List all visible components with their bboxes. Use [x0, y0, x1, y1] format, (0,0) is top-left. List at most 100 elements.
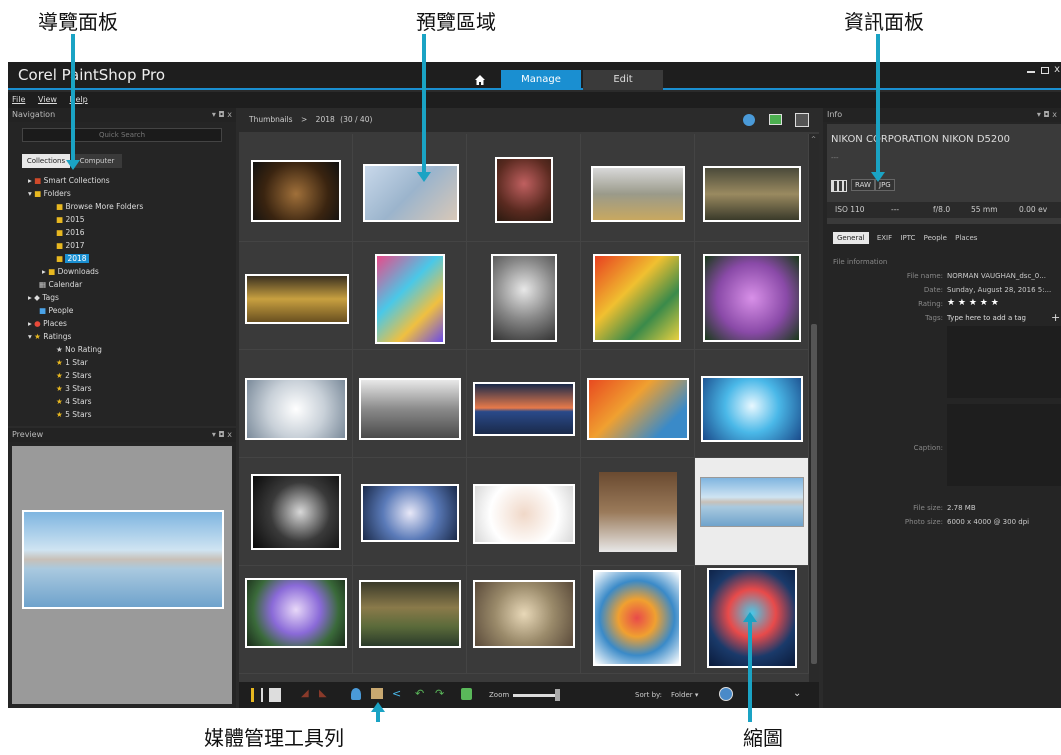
- redo-icon[interactable]: ↷: [435, 687, 444, 700]
- thumbnail-cell[interactable]: [239, 134, 353, 242]
- zoom-slider-handle[interactable]: [555, 689, 560, 701]
- tree-places[interactable]: ▸ ● Places: [28, 319, 67, 328]
- thumbnail-image[interactable]: [377, 256, 443, 342]
- thumbnail-cell[interactable]: [467, 350, 581, 458]
- zoom-slider[interactable]: [513, 694, 559, 697]
- quick-search-input[interactable]: Quick Search: [22, 128, 222, 142]
- tree-tags[interactable]: ▸ ◆ Tags: [28, 293, 59, 302]
- thumbnail-cell[interactable]: [467, 134, 581, 242]
- thumbnail-image[interactable]: [475, 486, 573, 542]
- thumbnail-image[interactable]: [253, 476, 339, 548]
- grid-view-icon[interactable]: [795, 113, 809, 127]
- thumbnail-image[interactable]: [247, 276, 347, 322]
- thumbnail-cell[interactable]: [695, 242, 809, 350]
- tab-places[interactable]: Places: [955, 234, 977, 242]
- thumbnail-image[interactable]: [253, 162, 339, 220]
- thumbnail-cell[interactable]: [581, 242, 695, 350]
- settings-icon[interactable]: [461, 688, 472, 700]
- thumbnail-image[interactable]: [703, 378, 801, 440]
- tree-folders[interactable]: ▾ ■ Folders: [28, 189, 71, 198]
- thumbnail-image[interactable]: [247, 580, 345, 646]
- tree-folder-2018[interactable]: ■ 2018: [56, 254, 89, 263]
- scroll-up-icon[interactable]: ^: [811, 136, 816, 143]
- tree-folder-2017[interactable]: ■ 2017: [56, 241, 85, 250]
- thumbnail-image[interactable]: [247, 380, 345, 438]
- thumbnail-image[interactable]: [365, 166, 457, 220]
- tab-people[interactable]: People: [924, 234, 947, 242]
- rating-stars[interactable]: ★ ★ ★ ★ ★: [947, 298, 999, 308]
- tree-folder-2016[interactable]: ■ 2016: [56, 228, 85, 237]
- thumbnail-cell[interactable]: [581, 566, 695, 674]
- thumbnail-cell[interactable]: [239, 242, 353, 350]
- thumbnail-cell[interactable]: [695, 134, 809, 242]
- rotate-left-icon[interactable]: ◢: [301, 688, 309, 699]
- thumbnail-cell[interactable]: [239, 566, 353, 674]
- image-view-icon[interactable]: [769, 114, 782, 125]
- thumbnail-image[interactable]: [493, 256, 555, 340]
- thumbnail-cell[interactable]: [353, 134, 467, 242]
- undo-icon[interactable]: ↶: [415, 687, 424, 700]
- minimize-icon[interactable]: [1027, 71, 1035, 73]
- thumbnail-cell[interactable]: [581, 350, 695, 458]
- add-tag-button[interactable]: +: [1051, 311, 1060, 324]
- panel-controls[interactable]: ▾ ◘ x: [212, 428, 232, 442]
- details-view-icon[interactable]: [269, 688, 281, 702]
- scrollbar-thumb[interactable]: [811, 324, 817, 664]
- tree-smart-collections[interactable]: ▸ ■ Smart Collections: [28, 176, 110, 185]
- tab-manage[interactable]: Manage: [501, 70, 581, 90]
- thumbnail-image[interactable]: [595, 256, 679, 340]
- panel-controls[interactable]: ▾ ◘ x: [1037, 108, 1057, 122]
- thumbnail-cell[interactable]: [353, 566, 467, 674]
- maximize-icon[interactable]: [1041, 67, 1049, 74]
- thumbnail-cell[interactable]: [581, 134, 695, 242]
- tree-1-star[interactable]: ★ 1 Star: [56, 358, 88, 367]
- tree-5-stars[interactable]: ★ 5 Stars: [56, 410, 92, 419]
- breadcrumb-root[interactable]: Thumbnails: [249, 115, 293, 124]
- thumbnail-image[interactable]: [593, 168, 683, 220]
- list-view-icon[interactable]: [251, 688, 263, 702]
- thumbnail-image[interactable]: [701, 478, 803, 526]
- thumbnail-image[interactable]: [589, 380, 687, 438]
- close-icon[interactable]: x: [1054, 64, 1060, 75]
- tags-input[interactable]: Type here to add a tag: [947, 314, 1026, 322]
- thumbnail-cell[interactable]: [239, 350, 353, 458]
- home-icon[interactable]: [474, 71, 486, 85]
- menu-view[interactable]: View: [38, 92, 57, 108]
- tab-edit[interactable]: Edit: [583, 70, 663, 90]
- thumbnail-image[interactable]: [705, 168, 799, 220]
- caption-box[interactable]: [947, 404, 1061, 486]
- thumbnail-cell[interactable]: [467, 566, 581, 674]
- thumbnail-cell[interactable]: [467, 458, 581, 566]
- thumbnail-image[interactable]: [705, 256, 799, 340]
- thumbnail-image[interactable]: [475, 384, 573, 434]
- thumbnail-image[interactable]: [361, 380, 459, 438]
- rotate-right-icon[interactable]: ◣: [319, 688, 327, 699]
- tree-browse-folders[interactable]: ■ Browse More Folders: [56, 202, 143, 211]
- thumbnail-cell[interactable]: [239, 458, 353, 566]
- tab-collections[interactable]: Collections: [22, 154, 70, 168]
- thumbnail-cell[interactable]: [353, 242, 467, 350]
- thumbnail-image[interactable]: [363, 486, 457, 540]
- thumbnail-image[interactable]: [361, 582, 459, 646]
- tab-iptc[interactable]: IPTC: [900, 234, 915, 242]
- collapse-icon[interactable]: ⌄: [793, 688, 801, 699]
- print-icon[interactable]: [371, 688, 383, 699]
- sort-direction-icon[interactable]: [719, 687, 733, 701]
- share-icon[interactable]: <: [392, 687, 401, 700]
- thumbnail-image[interactable]: [595, 572, 679, 664]
- tags-box[interactable]: [947, 326, 1061, 398]
- menu-file[interactable]: File: [12, 92, 25, 108]
- tab-exif[interactable]: EXIF: [877, 234, 892, 242]
- people-icon[interactable]: [351, 688, 361, 700]
- tree-3-stars[interactable]: ★ 3 Stars: [56, 384, 92, 393]
- tree-ratings[interactable]: ▾ ★ Ratings: [28, 332, 71, 341]
- thumbnail-cell[interactable]: [695, 350, 809, 458]
- globe-icon[interactable]: [743, 114, 755, 126]
- thumbnail-image[interactable]: [475, 582, 573, 646]
- thumbnail-cell-selected[interactable]: [695, 458, 809, 566]
- tree-downloads[interactable]: ▸ ■ Downloads: [42, 267, 99, 276]
- thumbnail-cell[interactable]: [353, 350, 467, 458]
- thumbnail-cell[interactable]: [353, 458, 467, 566]
- tab-general[interactable]: General: [833, 232, 869, 244]
- sort-select[interactable]: Folder ▾: [671, 691, 698, 699]
